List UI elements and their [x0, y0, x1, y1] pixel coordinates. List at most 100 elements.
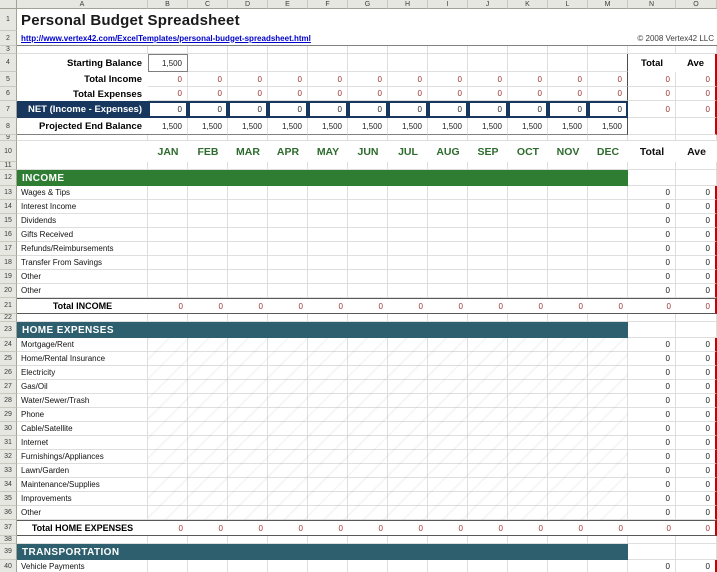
month-cell[interactable]: [308, 422, 348, 436]
section-total-value[interactable]: 0: [148, 298, 188, 314]
empty-cell[interactable]: [428, 162, 468, 170]
category-total[interactable]: 0: [628, 436, 676, 450]
category-ave[interactable]: 0: [676, 242, 717, 256]
section-total-value[interactable]: 0: [428, 298, 468, 314]
empty-cell[interactable]: [548, 46, 588, 54]
category-total[interactable]: 0: [628, 394, 676, 408]
month-cell[interactable]: [228, 352, 268, 366]
category-label[interactable]: Electricity: [17, 366, 148, 380]
net-value[interactable]: 0: [588, 101, 628, 118]
month-cell[interactable]: [228, 284, 268, 298]
category-total[interactable]: 0: [628, 492, 676, 506]
empty-cell[interactable]: [428, 536, 468, 544]
month-cell[interactable]: [308, 436, 348, 450]
category-ave[interactable]: 0: [676, 228, 717, 242]
month-cell[interactable]: [228, 506, 268, 520]
projected-balance-value[interactable]: 1,500: [348, 118, 388, 135]
summary-value[interactable]: 0: [188, 87, 228, 101]
month-cell[interactable]: [228, 186, 268, 200]
month-cell[interactable]: [388, 284, 428, 298]
empty-cell[interactable]: [388, 162, 428, 170]
month-cell[interactable]: [388, 478, 428, 492]
month-cell[interactable]: [548, 284, 588, 298]
month-cell[interactable]: [348, 228, 388, 242]
month-cell[interactable]: [588, 492, 628, 506]
projected-balance-value[interactable]: 1,500: [148, 118, 188, 135]
month-cell[interactable]: [468, 450, 508, 464]
month-cell[interactable]: [228, 560, 268, 572]
category-label[interactable]: Interest Income: [17, 200, 148, 214]
empty-cell[interactable]: [308, 54, 348, 72]
summary-ave[interactable]: 0: [676, 87, 717, 101]
category-ave[interactable]: 0: [676, 422, 717, 436]
month-cell[interactable]: [508, 284, 548, 298]
month-cell[interactable]: [468, 228, 508, 242]
month-cell[interactable]: [228, 450, 268, 464]
summary-value[interactable]: 0: [508, 87, 548, 101]
month-cell[interactable]: [388, 270, 428, 284]
empty-cell[interactable]: [548, 54, 588, 72]
column-header-I[interactable]: I: [428, 0, 468, 9]
month-cell[interactable]: [348, 408, 388, 422]
month-cell[interactable]: [388, 338, 428, 352]
empty-cell[interactable]: [468, 162, 508, 170]
month-cell[interactable]: [228, 270, 268, 284]
month-cell[interactable]: [548, 450, 588, 464]
row-header-34[interactable]: 34: [0, 478, 17, 492]
row-header-7[interactable]: 7: [0, 101, 17, 118]
row-header-37[interactable]: 37: [0, 520, 17, 536]
month-cell[interactable]: [388, 228, 428, 242]
row-header-35[interactable]: 35: [0, 492, 17, 506]
empty-cell[interactable]: [308, 46, 348, 54]
month-cell[interactable]: [148, 200, 188, 214]
month-cell[interactable]: [588, 560, 628, 572]
empty-cell[interactable]: [348, 314, 388, 322]
month-cell[interactable]: [188, 506, 228, 520]
month-cell[interactable]: [268, 214, 308, 228]
summary-total[interactable]: 0: [628, 87, 676, 101]
empty-cell[interactable]: [268, 54, 308, 72]
month-cell[interactable]: [548, 228, 588, 242]
section-total-value[interactable]: 0: [348, 298, 388, 314]
empty-cell[interactable]: [428, 54, 468, 72]
month-cell[interactable]: [388, 422, 428, 436]
summary-value[interactable]: 0: [588, 72, 628, 87]
month-cell[interactable]: [548, 464, 588, 478]
row-header-36[interactable]: 36: [0, 506, 17, 520]
month-cell[interactable]: [148, 228, 188, 242]
summary-value[interactable]: 0: [348, 72, 388, 87]
projected-balance-value[interactable]: 1,500: [228, 118, 268, 135]
month-cell[interactable]: [588, 242, 628, 256]
empty-cell[interactable]: [628, 170, 676, 186]
month-cell[interactable]: [548, 214, 588, 228]
month-cell[interactable]: [148, 270, 188, 284]
empty-cell[interactable]: [228, 314, 268, 322]
month-cell[interactable]: [468, 380, 508, 394]
month-cell[interactable]: [468, 560, 508, 572]
month-cell[interactable]: [428, 422, 468, 436]
select-all-corner[interactable]: [0, 0, 17, 9]
category-label[interactable]: Wages & Tips: [17, 186, 148, 200]
section-total-value[interactable]: 0: [508, 298, 548, 314]
month-cell[interactable]: [508, 560, 548, 572]
month-cell[interactable]: [388, 560, 428, 572]
column-header-G[interactable]: G: [348, 0, 388, 9]
month-cell[interactable]: [268, 464, 308, 478]
empty-cell[interactable]: [628, 162, 676, 170]
category-ave[interactable]: 0: [676, 284, 717, 298]
month-cell[interactable]: [148, 450, 188, 464]
template-link[interactable]: http://www.vertex42.com/ExcelTemplates/p…: [21, 34, 311, 43]
row-header-32[interactable]: 32: [0, 450, 17, 464]
month-cell[interactable]: [548, 436, 588, 450]
row-header-39[interactable]: 39: [0, 544, 17, 560]
month-cell[interactable]: [228, 200, 268, 214]
month-cell[interactable]: [348, 492, 388, 506]
empty-cell[interactable]: [468, 314, 508, 322]
net-value[interactable]: 0: [228, 101, 268, 118]
month-cell[interactable]: [188, 408, 228, 422]
month-cell[interactable]: [548, 186, 588, 200]
month-cell[interactable]: [308, 338, 348, 352]
empty-cell[interactable]: [676, 536, 717, 544]
category-label[interactable]: Furnishings/Appliances: [17, 450, 148, 464]
month-cell[interactable]: [428, 214, 468, 228]
